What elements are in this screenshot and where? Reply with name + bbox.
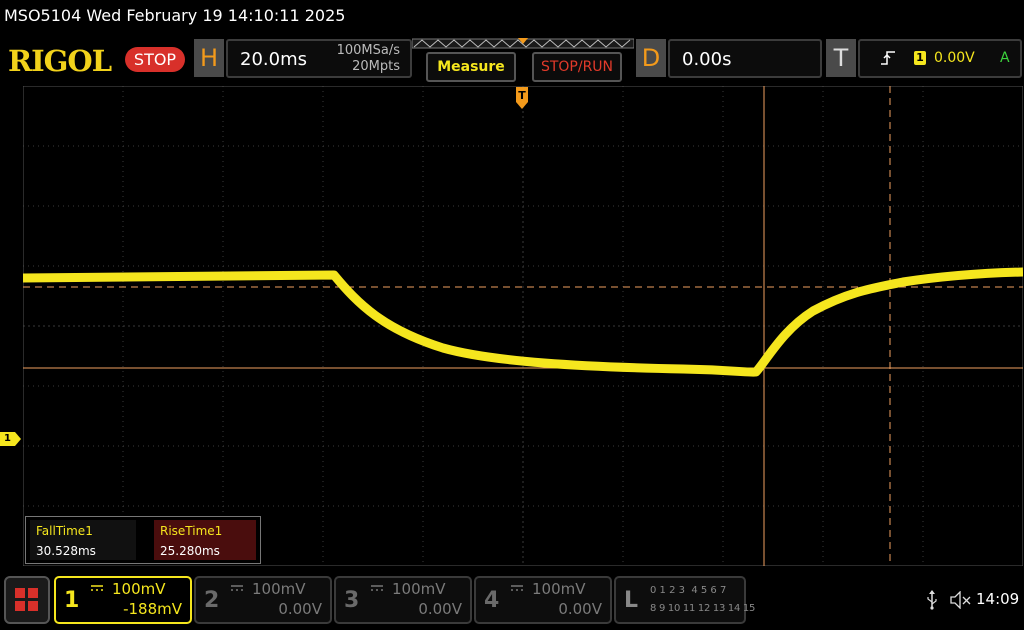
measure-button[interactable]: Measure (426, 52, 516, 82)
title-bar: MSO5104 Wed February 19 14:10:11 2025 (0, 0, 1024, 34)
trigger-source-badge: 1 (914, 51, 926, 65)
trigger-letter: T (833, 44, 849, 72)
delay-menu-button[interactable]: D (636, 39, 666, 77)
trigger-position-marker[interactable]: T (515, 86, 529, 110)
trigger-menu-button[interactable]: T (826, 39, 856, 77)
trigger-mode: A (1000, 50, 1010, 66)
bottom-bar: 1 100mV -188mV 2 100mV 0.00V 3 100mV 0.0… (0, 572, 1024, 630)
usb-icon (927, 590, 937, 610)
logic-letter: L (624, 588, 639, 613)
system-clock: 14:09 (976, 590, 1020, 608)
memory-depth: 20Mpts (352, 59, 400, 74)
channel2-offset: 0.00V (278, 600, 322, 618)
logic-channels-row1: 0 1 2 3 4 5 6 7 (650, 585, 727, 596)
horizontal-panel[interactable]: 20.0ms 100MSa/s 20Mpts (226, 39, 412, 78)
delay-letter: D (641, 44, 661, 72)
dc-coupling-icon (231, 585, 243, 591)
channel4-number: 4 (484, 588, 500, 613)
logic-analyzer-box[interactable]: L 0 1 2 3 4 5 6 7 8 9 10 11 12 13 14 15 (614, 576, 755, 624)
timebase-value: 20.0ms (240, 49, 307, 70)
channel1-box[interactable]: 1 100mV -188mV (54, 576, 192, 624)
channel2-scale: 100mV (252, 580, 306, 598)
trigger-panel[interactable]: 1 0.00V A (858, 39, 1022, 78)
rigol-logo: RIGOL (8, 44, 112, 78)
channel1-offset-marker[interactable]: 1 (0, 432, 22, 446)
logic-channels-row2: 8 9 10 11 12 13 14 15 (650, 603, 756, 614)
trigger-marker-label: T (518, 89, 526, 102)
dc-coupling-icon (91, 585, 103, 591)
channel1-scale: 100mV (112, 580, 166, 598)
channel1-offset: -188mV (123, 600, 182, 618)
measurement-results[interactable]: FallTime1 30.528ms RiseTime1 25.280ms (25, 516, 261, 564)
channel3-box[interactable]: 3 100mV 0.00V (334, 576, 472, 624)
sample-rate: 100MSa/s (336, 43, 400, 58)
stop-run-button[interactable]: STOP/RUN (532, 52, 622, 82)
channel1-number: 1 (64, 588, 80, 613)
measurement-label: RiseTime1 (160, 524, 223, 538)
measurement-label: FallTime1 (36, 524, 93, 538)
horizontal-menu-button[interactable]: H (194, 39, 224, 77)
horizontal-letter: H (199, 44, 219, 72)
dc-coupling-icon (511, 585, 523, 591)
rising-edge-icon (881, 51, 895, 65)
channel3-scale: 100mV (392, 580, 446, 598)
measurement-value: 30.528ms (36, 544, 96, 558)
channel2-number: 2 (204, 588, 220, 613)
dc-coupling-icon (371, 585, 383, 591)
delay-value: 0.00s (682, 49, 732, 70)
graticule-grid (23, 86, 1023, 566)
grid-menu-icon (15, 588, 38, 611)
waveform-display[interactable] (23, 86, 1023, 566)
channel4-box[interactable]: 4 100mV 0.00V (474, 576, 612, 624)
function-menu-button[interactable] (4, 576, 50, 624)
channel1-marker-label: 1 (4, 433, 11, 444)
run-status-badge[interactable]: STOP (125, 47, 185, 72)
measurement-fall-time[interactable]: FallTime1 30.528ms (30, 520, 136, 560)
channel4-offset: 0.00V (558, 600, 602, 618)
top-toolbar: RIGOL STOP H 20.0ms 100MSa/s 20Mpts Meas… (0, 34, 1024, 84)
delay-panel[interactable]: 0.00s (668, 39, 822, 78)
trigger-level: 0.00V (934, 50, 975, 66)
channel3-offset: 0.00V (418, 600, 462, 618)
device-title: MSO5104 Wed February 19 14:10:11 2025 (4, 6, 346, 25)
channel4-scale: 100mV (532, 580, 586, 598)
speaker-muted-icon[interactable] (950, 591, 972, 609)
measurement-rise-time[interactable]: RiseTime1 25.280ms (154, 520, 256, 560)
memory-position-strip[interactable] (412, 36, 634, 50)
measurement-value: 25.280ms (160, 544, 220, 558)
channel2-box[interactable]: 2 100mV 0.00V (194, 576, 332, 624)
channel3-number: 3 (344, 588, 360, 613)
